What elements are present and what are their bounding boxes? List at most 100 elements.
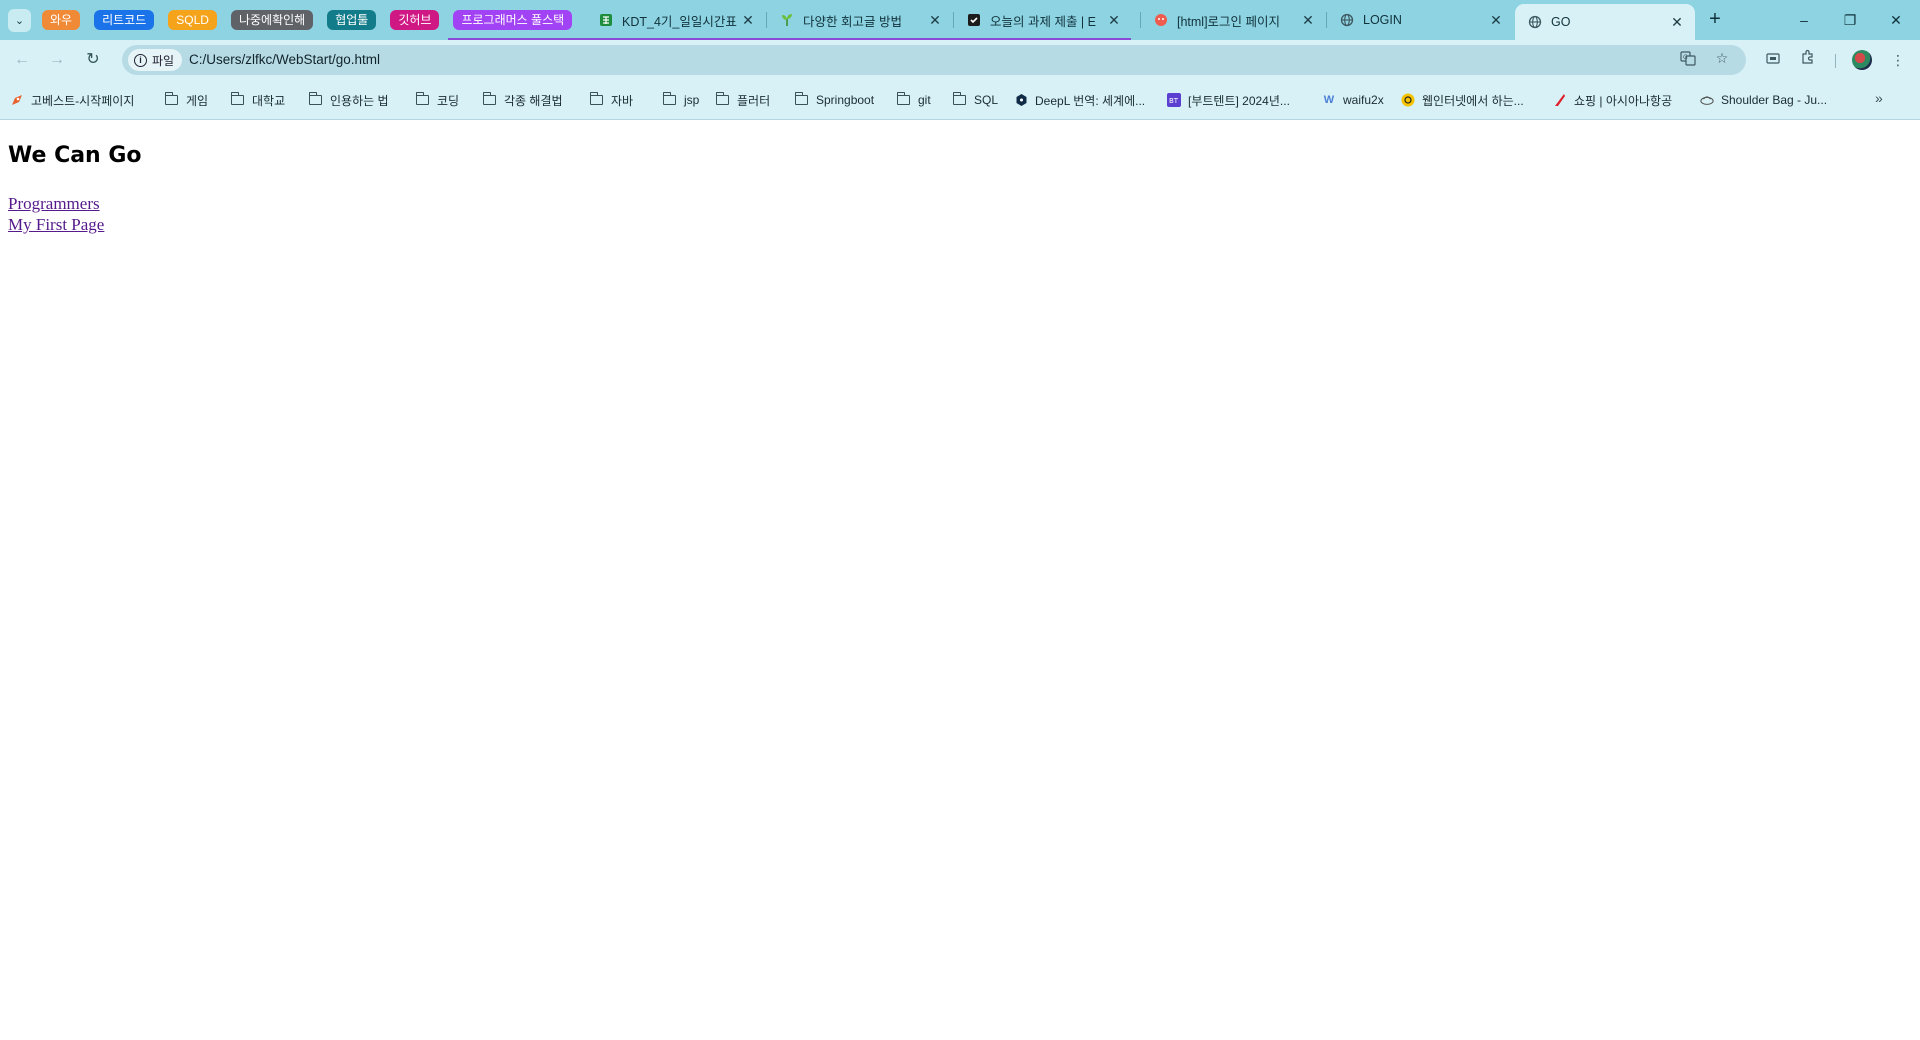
tab-group-chip[interactable]: 협업툴 bbox=[327, 10, 377, 30]
browser-tab[interactable]: [html]로그인 페이지 ✕ bbox=[1141, 4, 1326, 36]
star-icon[interactable]: ☆ bbox=[1712, 50, 1732, 70]
link-my-first-page[interactable]: My First Page bbox=[8, 215, 104, 235]
profile-avatar-icon[interactable] bbox=[1852, 50, 1872, 70]
tab-title: LOGIN bbox=[1363, 13, 1402, 27]
folder-icon bbox=[230, 92, 244, 105]
bookmark-folder[interactable]: 게임 bbox=[164, 90, 209, 110]
bookmark-item[interactable]: 웹인터넷에서 하는... bbox=[1401, 90, 1524, 110]
bookmark-folder[interactable]: 각종 해결법 bbox=[482, 90, 563, 110]
reload-icon: ↻ bbox=[86, 51, 100, 68]
bookmark-label: [부트텐트] 2024년... bbox=[1188, 93, 1290, 108]
window-close-button[interactable]: ✕ bbox=[1873, 6, 1919, 34]
bookmark-label: 웹인터넷에서 하는... bbox=[1422, 93, 1524, 108]
svg-text:BT: BT bbox=[1169, 97, 1179, 105]
tab-title: 오늘의 과제 제출 | E bbox=[990, 14, 1096, 29]
link-programmers[interactable]: Programmers bbox=[8, 194, 100, 214]
bookmark-label: jsp bbox=[684, 93, 700, 107]
site-info-label: 파일 bbox=[152, 53, 175, 68]
bookmark-label: 대학교 bbox=[252, 93, 286, 108]
globe-icon bbox=[1339, 12, 1355, 28]
bookmark-folder[interactable]: git bbox=[896, 90, 931, 110]
folder-icon bbox=[794, 92, 808, 105]
bookmark-folder[interactable]: 인용하는 법 bbox=[308, 90, 389, 110]
smile-icon bbox=[1401, 93, 1415, 107]
arrow-right-icon: → bbox=[49, 51, 65, 68]
folder-icon bbox=[715, 92, 729, 105]
bag-icon bbox=[1700, 93, 1714, 107]
bookmark-folder[interactable]: jsp bbox=[662, 90, 700, 110]
url-text[interactable]: C:/Users/zlfkc/WebStart/go.html bbox=[189, 52, 380, 67]
bookmark-label: 쇼핑 | 아시아나항공 bbox=[1574, 93, 1673, 108]
bookmark-item[interactable]: W waifu2x bbox=[1322, 90, 1384, 110]
tab-group-chip[interactable]: SQLD bbox=[168, 10, 217, 30]
tab-group-chip[interactable]: 와우 bbox=[42, 10, 81, 30]
close-icon[interactable]: ✕ bbox=[1106, 12, 1122, 29]
extensions-icon[interactable] bbox=[1796, 48, 1820, 72]
tab-group-chip[interactable]: 나중에확인해 bbox=[230, 10, 314, 30]
chevron-double-right-icon[interactable]: » bbox=[1875, 90, 1883, 106]
tab-group-chip[interactable]: 리트코드 bbox=[94, 10, 155, 30]
browser-tab[interactable]: 오늘의 과제 제출 | E ✕ bbox=[954, 4, 1132, 36]
browser-tab-active[interactable]: GO ✕ bbox=[1515, 4, 1695, 40]
tab-search-button[interactable]: ⌄ bbox=[8, 9, 31, 32]
back-button[interactable]: ← bbox=[10, 48, 34, 72]
w-icon: W bbox=[1323, 94, 1335, 106]
bookmark-item[interactable]: 쇼핑 | 아시아나항공 bbox=[1553, 90, 1672, 110]
plus-icon: + bbox=[1709, 8, 1721, 30]
folder-icon bbox=[308, 92, 322, 105]
address-bar[interactable]: i 파일 C:/Users/zlfkc/WebStart/go.html G ☆ bbox=[122, 45, 1746, 75]
bookmark-folder[interactable]: Springboot bbox=[794, 90, 874, 110]
page-viewport: We Can Go Programmers My First Page bbox=[0, 121, 1920, 1040]
minimize-button[interactable]: – bbox=[1781, 6, 1827, 34]
tab-title: KDT_4기_일일시간표 bbox=[622, 14, 737, 29]
cast-icon[interactable] bbox=[1761, 48, 1785, 72]
browser-tab[interactable]: KDT_4기_일일시간표 ✕ bbox=[586, 4, 766, 36]
translate-icon[interactable]: G bbox=[1678, 50, 1698, 70]
svg-text:G: G bbox=[1683, 54, 1688, 61]
deepl-icon bbox=[1014, 93, 1028, 107]
bookmark-label: DeepL 번역: 세계에... bbox=[1035, 93, 1146, 108]
toolbar-separator bbox=[1835, 54, 1836, 68]
folder-icon bbox=[896, 92, 910, 105]
globe-icon bbox=[1527, 14, 1543, 30]
browser-toolbar: ← → ↻ i 파일 C:/Users/zlfkc/WebStart/go.ht… bbox=[0, 40, 1920, 80]
tab-groups: 와우 리트코드 SQLD 나중에확인해 협업툴 깃허브 프로그래머스 풀스택 bbox=[42, 0, 586, 40]
bookmarks-bar: 고베스트-시작페이지 게임 대학교 인용하는 법 코딩 각종 해결법 자바 js… bbox=[0, 80, 1920, 120]
bookmark-folder[interactable]: SQL bbox=[952, 90, 998, 110]
bookmark-item[interactable]: Shoulder Bag - Ju... bbox=[1700, 90, 1827, 110]
bookmark-label: 각종 해결법 bbox=[504, 93, 563, 108]
bookmark-label: 인용하는 법 bbox=[330, 93, 389, 108]
close-icon[interactable]: ✕ bbox=[1300, 12, 1316, 29]
close-icon[interactable]: ✕ bbox=[740, 12, 756, 29]
folder-icon bbox=[589, 92, 603, 105]
tab-strip: ⌄ 와우 리트코드 SQLD 나중에확인해 협업툴 깃허브 프로그래머스 풀스택… bbox=[0, 0, 1920, 40]
tab-group-chip[interactable]: 프로그래머스 풀스택 bbox=[453, 10, 573, 30]
bookmark-folder[interactable]: 코딩 bbox=[415, 90, 459, 110]
page-heading: We Can Go bbox=[8, 143, 142, 168]
bookmark-item[interactable]: BT [부트텐트] 2024년... bbox=[1167, 90, 1290, 110]
bookmark-label: 게임 bbox=[186, 93, 209, 108]
restore-button[interactable]: ❐ bbox=[1827, 6, 1873, 34]
close-icon[interactable]: ✕ bbox=[1488, 12, 1504, 29]
bookmark-folder[interactable]: 플러터 bbox=[715, 90, 771, 110]
browser-tab[interactable]: LOGIN ✕ bbox=[1327, 4, 1514, 36]
close-icon[interactable]: ✕ bbox=[1669, 14, 1685, 31]
info-icon: i bbox=[134, 53, 147, 67]
asiana-icon bbox=[1553, 93, 1567, 107]
close-icon[interactable]: ✕ bbox=[927, 12, 943, 29]
folder-icon bbox=[482, 92, 496, 105]
forward-button[interactable]: → bbox=[45, 48, 69, 72]
bookmark-label: 플러터 bbox=[737, 93, 771, 108]
bookmark-folder[interactable]: 대학교 bbox=[230, 90, 286, 110]
checkmark-icon bbox=[966, 12, 982, 28]
bookmark-item[interactable]: 고베스트-시작페이지 bbox=[10, 90, 134, 110]
reload-button[interactable]: ↻ bbox=[81, 48, 105, 72]
new-tab-button[interactable]: + bbox=[1703, 8, 1727, 32]
bookmark-folder[interactable]: 자바 bbox=[589, 90, 634, 110]
site-info-chip[interactable]: i 파일 bbox=[128, 49, 183, 71]
bookmark-label: 자바 bbox=[611, 93, 634, 108]
bookmark-item[interactable]: DeepL 번역: 세계에... bbox=[1014, 90, 1145, 110]
tab-group-chip[interactable]: 깃허브 bbox=[390, 10, 440, 30]
menu-kebab-icon[interactable]: ⋮ bbox=[1886, 48, 1910, 72]
browser-tab[interactable]: 다양한 회고글 방법 ✕ bbox=[767, 4, 953, 36]
